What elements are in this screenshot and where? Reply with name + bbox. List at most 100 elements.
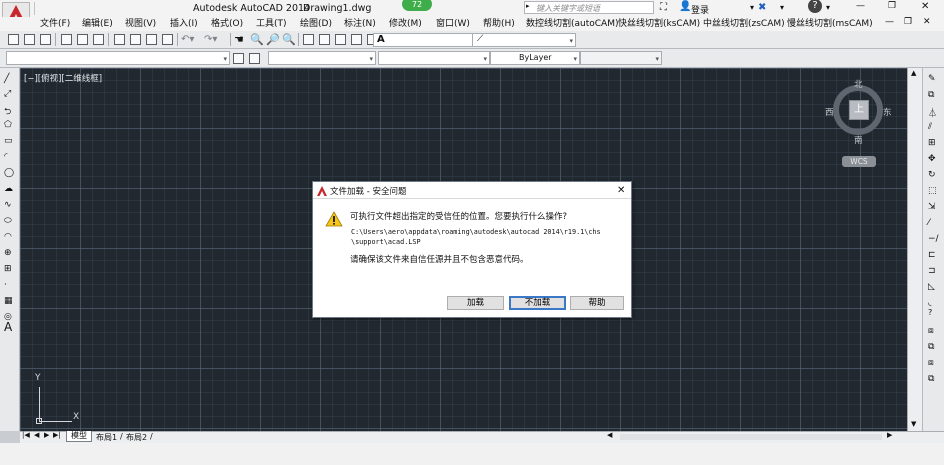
viewport-controls-label[interactable]: [−][俯视][二维线框]: [24, 72, 102, 84]
text-style-dropdown[interactable]: A ▾: [373, 33, 481, 47]
break-icon[interactable]: ⊏: [928, 250, 939, 260]
trim-icon[interactable]: ⁄: [928, 218, 939, 228]
exchange-dropdown-icon[interactable]: ▾: [780, 3, 784, 12]
scroll-right-icon[interactable]: ▶: [887, 431, 892, 439]
login-link[interactable]: 登录: [691, 3, 709, 16]
match-properties-icon[interactable]: [162, 34, 173, 45]
fillet-icon[interactable]: ◟: [928, 298, 939, 308]
make-current-icon[interactable]: [249, 53, 260, 64]
exchange-icon[interactable]: ✖: [758, 2, 766, 13]
redo-icon[interactable]: ↷▾: [204, 34, 217, 45]
menu-insert[interactable]: 插入(I): [170, 17, 198, 31]
properties-icon[interactable]: [303, 34, 314, 45]
tab-first-icon[interactable]: |◀: [22, 431, 30, 439]
rectangle-icon[interactable]: ▭: [4, 136, 15, 146]
notification-badge[interactable]: 72: [402, 0, 432, 11]
menu-draw[interactable]: 绘图(D): [300, 17, 332, 31]
polygon-icon[interactable]: ⬠: [4, 120, 15, 130]
construction-line-icon[interactable]: ⤢: [4, 89, 15, 99]
offset-icon[interactable]: ⫽: [928, 122, 939, 132]
binoculars-icon[interactable]: ⛶: [660, 2, 667, 13]
wcs-menu-button[interactable]: WCS: [842, 156, 876, 167]
sheet-set-icon[interactable]: [351, 34, 362, 45]
menu-kscam[interactable]: 快丝线切割(ksCAM): [618, 17, 700, 31]
compass-south[interactable]: 南: [854, 134, 863, 146]
rotate-icon[interactable]: ↻: [928, 170, 939, 180]
dim-style-dropdown[interactable]: ⟋ ▾: [472, 33, 576, 47]
copy-icon[interactable]: [130, 34, 141, 45]
dialog-close-button[interactable]: ✕: [617, 185, 625, 196]
menu-zscam[interactable]: 中丝线切割(zsCAM): [703, 17, 785, 31]
array-icon[interactable]: ⊞: [928, 138, 939, 148]
user-icon[interactable]: 👤: [679, 1, 691, 12]
layer-properties-icon[interactable]: [233, 53, 244, 64]
menu-help[interactable]: 帮助(H): [483, 17, 515, 31]
mirror-icon[interactable]: ⏃: [928, 106, 939, 119]
menu-restore-button[interactable]: ❐: [904, 17, 912, 27]
menu-view[interactable]: 视图(V): [125, 17, 156, 31]
compass-east[interactable]: 东: [883, 106, 892, 118]
explode-icon[interactable]: ⧈: [928, 326, 939, 336]
publish-icon[interactable]: [93, 34, 104, 45]
minimize-button[interactable]: —: [856, 1, 865, 11]
group-icon[interactable]: ⧈: [928, 358, 939, 368]
revision-cloud-icon[interactable]: ☁: [4, 184, 15, 194]
tab-prev-icon[interactable]: ◀: [34, 431, 39, 439]
menu-tools[interactable]: 工具(T): [256, 17, 287, 31]
paste-icon[interactable]: [146, 34, 157, 45]
help-mini-icon[interactable]: ?: [928, 308, 939, 318]
polyline-icon[interactable]: ⮌: [4, 104, 15, 117]
move-icon[interactable]: ✥: [928, 154, 939, 164]
spline-icon[interactable]: ∿: [4, 200, 15, 210]
open-icon[interactable]: [24, 34, 35, 45]
pan-icon[interactable]: ☚: [234, 33, 244, 46]
menu-close-button[interactable]: ✕: [923, 17, 931, 27]
menu-format[interactable]: 格式(O): [211, 17, 243, 31]
tab-model[interactable]: 模型: [66, 431, 92, 442]
do-not-load-button[interactable]: 不加载: [509, 296, 566, 310]
plot-style-dropdown[interactable]: ▾: [580, 51, 662, 65]
close-window-button[interactable]: ✕: [921, 1, 929, 12]
zoom-previous-icon[interactable]: 🔍: [282, 33, 296, 46]
erase-icon[interactable]: ✎: [928, 74, 939, 84]
line-icon[interactable]: ╱: [4, 74, 15, 84]
chamfer-icon[interactable]: ◺: [928, 282, 939, 292]
layer-dropdown[interactable]: ▾: [6, 51, 230, 65]
search-input[interactable]: ▸ 键入关键字或短语: [524, 1, 654, 14]
restore-button[interactable]: ❐: [888, 1, 896, 11]
tab-layout2[interactable]: 布局2: [126, 432, 147, 443]
help-icon[interactable]: ?: [808, 0, 822, 13]
lineweight-dropdown[interactable]: ByLayer ▾: [490, 51, 580, 65]
scroll-up-icon[interactable]: ▲: [911, 69, 916, 77]
arc-icon[interactable]: ◜: [4, 152, 15, 162]
help-dropdown-icon[interactable]: ▾: [826, 3, 830, 12]
tab-last-icon[interactable]: ▶|: [53, 431, 61, 439]
compass-north[interactable]: 北: [854, 78, 863, 90]
tool-palettes-icon[interactable]: [335, 34, 346, 45]
scroll-down-icon[interactable]: ▼: [911, 420, 916, 428]
load-button[interactable]: 加载: [447, 296, 504, 310]
copy-object-icon[interactable]: ⧉: [928, 90, 939, 100]
new-icon[interactable]: [8, 34, 19, 45]
tab-next-icon[interactable]: ▶: [44, 431, 49, 439]
join-icon[interactable]: ⊐: [928, 266, 939, 276]
print-preview-icon[interactable]: [77, 34, 88, 45]
menu-minimize-button[interactable]: —: [885, 17, 894, 27]
vertical-scrollbar[interactable]: ▲ ▼: [907, 68, 922, 431]
menu-modify[interactable]: 修改(M): [389, 17, 422, 31]
ungroup-icon[interactable]: ⧉: [928, 374, 939, 384]
menu-window[interactable]: 窗口(W): [436, 17, 470, 31]
print-icon[interactable]: [61, 34, 72, 45]
mtext-icon[interactable]: A: [4, 320, 15, 334]
menu-mscam[interactable]: 慢丝线切割(msCAM): [787, 17, 873, 31]
extend-icon[interactable]: −/: [928, 234, 939, 244]
menu-edit[interactable]: 编辑(E): [82, 17, 113, 31]
menu-dimension[interactable]: 标注(N): [344, 17, 376, 31]
ellipse-arc-icon[interactable]: ◠: [4, 232, 15, 242]
tab-layout1[interactable]: 布局1: [96, 432, 117, 443]
draworder-icon[interactable]: ⧉: [928, 342, 939, 352]
scroll-thumb[interactable]: [620, 434, 882, 440]
point-icon[interactable]: ·: [4, 280, 15, 290]
design-center-icon[interactable]: [319, 34, 330, 45]
viewcube[interactable]: 上 北 南 西 东 WCS: [825, 76, 897, 176]
